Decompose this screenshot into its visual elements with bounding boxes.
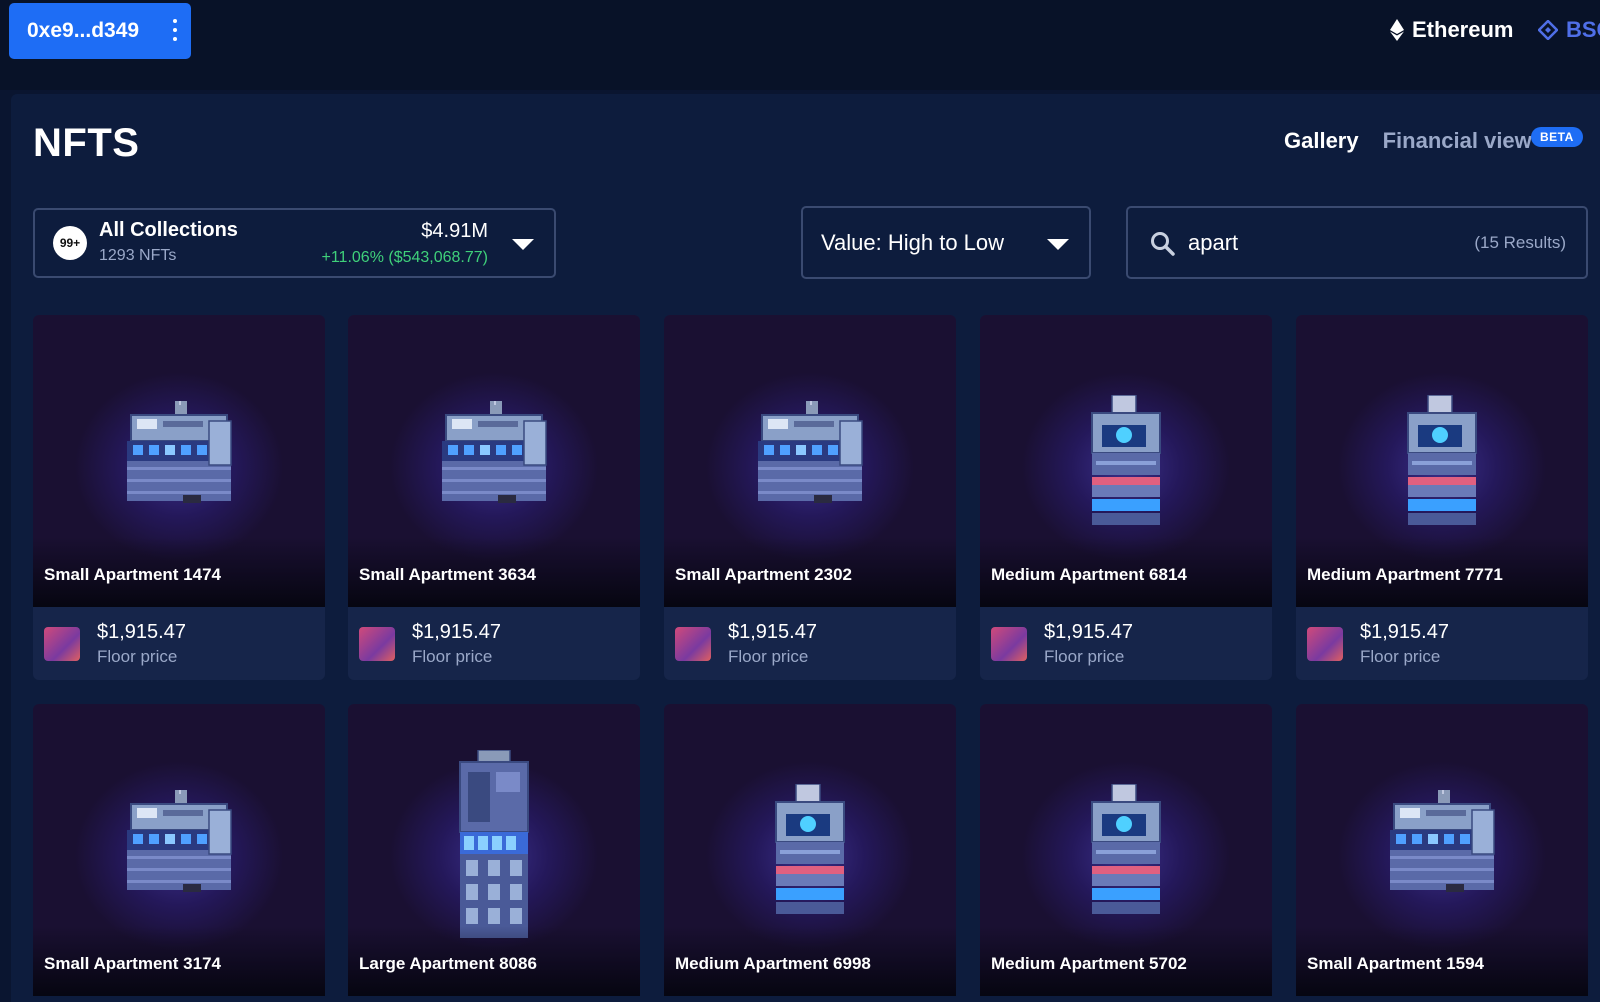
nft-price-label: Floor price — [97, 647, 178, 666]
nft-price: $1,915.47 — [1044, 621, 1133, 643]
nft-price: $1,915.47 — [728, 621, 817, 643]
beta-badge: BETA — [1531, 127, 1583, 147]
collection-thumbnail — [44, 627, 80, 661]
small-apartment-image — [754, 397, 866, 518]
nft-price: $1,915.47 — [1360, 621, 1449, 643]
collection-thumbnail — [1307, 627, 1343, 661]
collection-thumbnail — [991, 627, 1027, 661]
chain-ethereum[interactable]: Ethereum — [1390, 17, 1513, 43]
nft-image: Medium Apartment 5702 — [980, 704, 1272, 996]
nft-card[interactable]: Medium Apartment 6814 $1,915.47 Floor pr… — [980, 315, 1272, 680]
wallet-button[interactable]: 0xe9...d349 — [9, 3, 191, 59]
search-box: (15 Results) — [1126, 206, 1588, 279]
nft-image: Small Apartment 1594 — [1296, 704, 1588, 996]
chevron-down-icon — [512, 239, 534, 250]
search-results-count: (15 Results) — [1474, 233, 1566, 252]
collections-dropdown[interactable]: 99+ All Collections 1293 NFTs $4.91M +11… — [33, 208, 556, 278]
small-apartment-image — [123, 397, 235, 518]
small-apartment-image — [438, 397, 550, 518]
medium-apartment-image — [1404, 394, 1480, 532]
top-bar: 0xe9...d349 Ethereum BSC — [0, 0, 1600, 90]
nft-image: Medium Apartment 7771 — [1296, 315, 1588, 607]
chain-ethereum-label: Ethereum — [1412, 17, 1514, 42]
collections-change: +11.06% ($543,068.77) — [321, 249, 489, 266]
medium-apartment-image — [1088, 783, 1164, 921]
search-input[interactable] — [1188, 227, 1448, 259]
nft-image: Small Apartment 2302 — [664, 315, 956, 607]
nft-card[interactable]: Small Apartment 3174 — [33, 704, 325, 996]
nft-image: Small Apartment 1474 — [33, 315, 325, 607]
search-icon — [1151, 232, 1175, 256]
nft-image: Large Apartment 8086 — [348, 704, 640, 996]
nft-price-label: Floor price — [728, 647, 809, 666]
nft-name: Small Apartment 2302 — [675, 565, 852, 584]
collections-value: $4.91M — [421, 220, 488, 242]
collections-count-badge: 99+ — [53, 226, 87, 260]
bnb-icon — [1538, 20, 1558, 40]
small-apartment-image — [1386, 786, 1498, 907]
nft-card[interactable]: Small Apartment 2302 $1,915.47 Floor pri… — [664, 315, 956, 680]
nft-card[interactable]: Medium Apartment 7771 $1,915.47 Floor pr… — [1296, 315, 1588, 680]
nft-price-label: Floor price — [1360, 647, 1441, 666]
nft-price: $1,915.47 — [412, 621, 501, 643]
tab-financial-view[interactable]: Financial view — [1383, 128, 1532, 154]
view-tabs: Gallery Financial view — [1284, 128, 1532, 154]
nft-price-label: Floor price — [1044, 647, 1125, 666]
nft-name: Small Apartment 1474 — [44, 565, 221, 584]
more-vertical-icon[interactable] — [173, 19, 177, 41]
nft-price-footer: $1,915.47 Floor price — [348, 607, 640, 680]
chain-bsc[interactable]: BSC — [1538, 17, 1600, 43]
page-title: NFTS — [33, 121, 140, 165]
nft-card[interactable]: Small Apartment 1474 $1,915.47 Floor pri… — [33, 315, 325, 680]
wallet-address: 0xe9...d349 — [27, 19, 140, 42]
nft-price: $1,915.47 — [97, 621, 186, 643]
medium-apartment-image — [772, 783, 848, 921]
nft-price-label: Floor price — [412, 647, 493, 666]
nft-image: Medium Apartment 6998 — [664, 704, 956, 996]
collection-thumbnail — [675, 627, 711, 661]
nft-image: Small Apartment 3634 — [348, 315, 640, 607]
nft-card[interactable]: Small Apartment 3634 $1,915.47 Floor pri… — [348, 315, 640, 680]
nft-price-footer: $1,915.47 Floor price — [664, 607, 956, 680]
nft-name: Medium Apartment 6998 — [675, 954, 871, 973]
nft-card[interactable]: Medium Apartment 5702 — [980, 704, 1272, 996]
tab-gallery[interactable]: Gallery — [1284, 128, 1359, 154]
nft-name: Medium Apartment 5702 — [991, 954, 1187, 973]
nft-name: Small Apartment 3174 — [44, 954, 221, 973]
sort-label: Value: High to Low — [821, 230, 1005, 255]
chain-bsc-label: BSC — [1566, 17, 1600, 42]
nft-price-footer: $1,915.47 Floor price — [980, 607, 1272, 680]
collections-name: All Collections — [99, 219, 238, 241]
sort-dropdown[interactable]: Value: High to Low — [801, 206, 1091, 279]
collection-thumbnail — [359, 627, 395, 661]
nft-image: Small Apartment 3174 — [33, 704, 325, 996]
chevron-down-icon — [1047, 239, 1069, 250]
nft-price-footer: $1,915.47 Floor price — [1296, 607, 1588, 680]
nft-image: Medium Apartment 6814 — [980, 315, 1272, 607]
nft-name: Medium Apartment 7771 — [1307, 565, 1503, 584]
large-apartment-image — [456, 749, 532, 945]
nft-card[interactable]: Large Apartment 8086 — [348, 704, 640, 996]
small-apartment-image — [123, 786, 235, 907]
nft-name: Large Apartment 8086 — [359, 954, 537, 973]
nft-card[interactable]: Medium Apartment 6998 — [664, 704, 956, 996]
nft-price-footer: $1,915.47 Floor price — [33, 607, 325, 680]
ethereum-icon — [1390, 19, 1404, 41]
nft-name: Small Apartment 1594 — [1307, 954, 1484, 973]
nft-name: Medium Apartment 6814 — [991, 565, 1187, 584]
collections-nft-count: 1293 NFTs — [99, 247, 177, 264]
nft-name: Small Apartment 3634 — [359, 565, 536, 584]
nft-card[interactable]: Small Apartment 1594 — [1296, 704, 1588, 996]
medium-apartment-image — [1088, 394, 1164, 532]
